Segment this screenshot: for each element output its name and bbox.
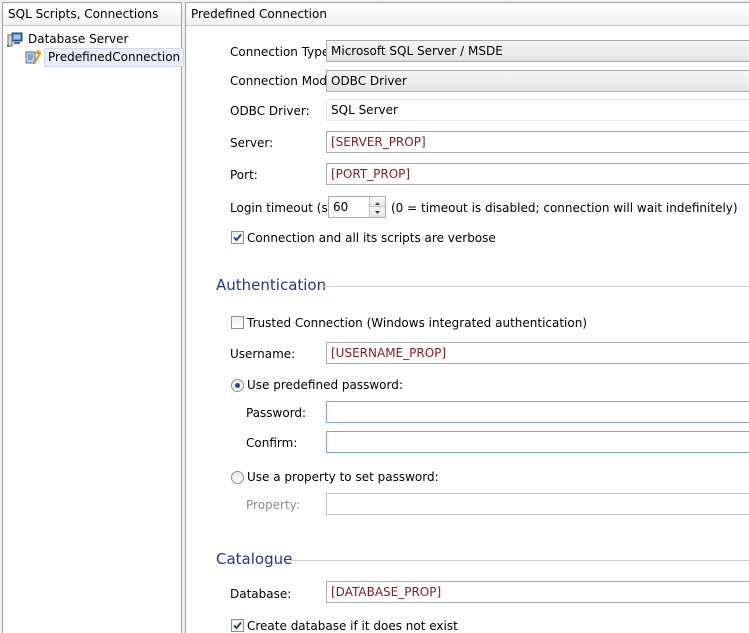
password-input[interactable] — [326, 401, 749, 423]
trusted-connection-label: Trusted Connection (Windows integrated a… — [247, 316, 588, 330]
database-server-icon — [7, 32, 23, 47]
connection-type-label: Connection Type: — [230, 45, 334, 59]
use-property-password-label: Use a property to set password: — [247, 470, 439, 484]
connection-mode-dropdown[interactable]: ODBC Driver — [326, 70, 749, 92]
tree-pane: SQL Scripts, Connections Database Server… — [2, 2, 185, 633]
tree-node-label: PredefinedConnection — [44, 48, 185, 67]
use-property-password-radio[interactable] — [231, 471, 244, 484]
username-input[interactable]: [USERNAME_PROP] — [326, 342, 749, 364]
login-timeout-hint: (0 = timeout is disabled; connection wil… — [391, 201, 738, 215]
spinner-buttons — [369, 197, 385, 217]
login-timeout-value: 60 — [333, 200, 349, 214]
port-input[interactable]: [PORT_PROP] — [326, 163, 749, 185]
username-value: [USERNAME_PROP] — [331, 346, 447, 360]
catalogue-section-title: Catalogue — [216, 550, 293, 568]
create-database-checkbox[interactable] — [231, 619, 244, 632]
verbose-checkbox[interactable] — [231, 231, 244, 244]
property-label: Property: — [246, 498, 300, 512]
server-input[interactable]: [SERVER_PROP] — [326, 131, 749, 153]
connection-mode-value: ODBC Driver — [331, 74, 407, 88]
server-value: [SERVER_PROP] — [331, 135, 426, 149]
verbose-label: Connection and all its scripts are verbo… — [247, 231, 496, 245]
property-input[interactable] — [326, 493, 749, 515]
checkmark-icon — [233, 621, 242, 630]
spinner-down-button[interactable] — [370, 207, 385, 217]
tree-node-label: Database Server — [28, 32, 129, 46]
login-timeout-spinner[interactable]: 60 — [328, 196, 386, 218]
odbc-driver-label: ODBC Driver: — [230, 104, 310, 118]
database-label: Database: — [230, 587, 292, 601]
port-label: Port: — [230, 168, 258, 182]
connection-mode-label: Connection Mode: — [230, 74, 339, 88]
port-value: [PORT_PROP] — [331, 167, 411, 181]
tree-header: SQL Scripts, Connections — [3, 3, 181, 26]
password-label: Password: — [246, 406, 307, 420]
section-divider — [320, 286, 749, 287]
radio-dot — [235, 383, 240, 388]
trusted-connection-checkbox[interactable] — [231, 316, 244, 329]
server-label: Server: — [230, 136, 274, 150]
form-header: Predefined Connection — [186, 3, 749, 26]
section-divider — [290, 560, 749, 561]
odbc-driver-value: SQL Server — [331, 103, 398, 117]
use-predefined-password-label: Use predefined password: — [247, 378, 403, 392]
connection-form-pane: Predefined Connection Connection Type: M… — [185, 2, 749, 633]
username-label: Username: — [230, 347, 296, 361]
connection-type-dropdown[interactable]: Microsoft SQL Server / MSDE — [326, 40, 749, 62]
connection-icon — [25, 50, 41, 65]
chevron-down-icon — [375, 211, 380, 214]
database-input[interactable]: [DATABASE_PROP] — [326, 581, 749, 603]
create-database-label: Create database if it does not exist — [247, 619, 458, 633]
database-value: [DATABASE_PROP] — [331, 585, 442, 599]
authentication-section-title: Authentication — [216, 276, 327, 294]
spinner-up-button[interactable] — [370, 197, 385, 207]
odbc-driver-field[interactable]: SQL Server — [326, 99, 749, 121]
app-window: SQL Scripts, Connections Database Server… — [0, 0, 749, 633]
use-predefined-password-radio[interactable] — [231, 379, 244, 392]
connection-type-value: Microsoft SQL Server / MSDE — [331, 44, 503, 58]
confirm-label: Confirm: — [246, 436, 298, 450]
confirm-password-input[interactable] — [326, 431, 749, 453]
checkmark-icon — [233, 233, 242, 242]
